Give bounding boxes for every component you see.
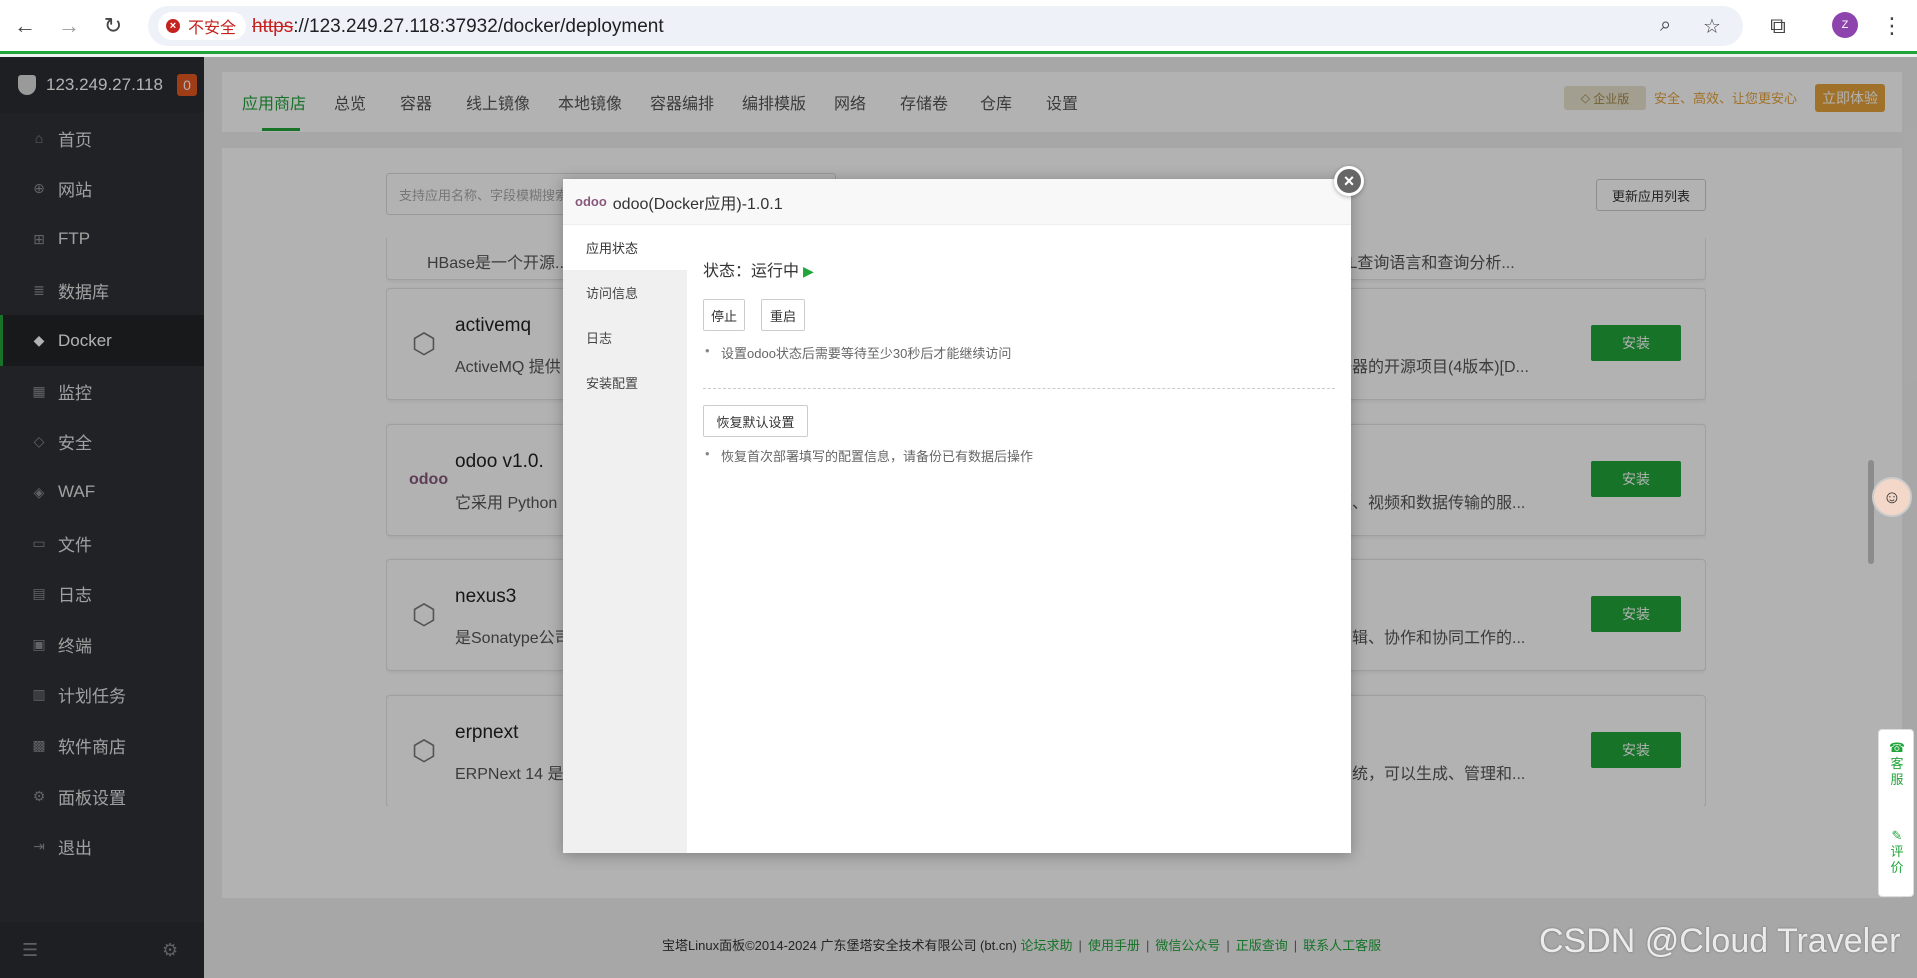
forward-icon[interactable]: → bbox=[54, 11, 84, 41]
support-panel: ☎ 客服 ✎ 评价 bbox=[1878, 729, 1914, 897]
star-icon[interactable]: ☆ bbox=[1703, 14, 1721, 39]
extensions-icon[interactable]: ⧉ bbox=[1763, 11, 1793, 41]
browser-toolbar: ← → ↻ × 不安全 https://123.249.27.118:37932… bbox=[0, 0, 1917, 54]
reload-icon[interactable]: ↻ bbox=[98, 11, 128, 41]
menu-icon[interactable]: ⋮ bbox=[1877, 11, 1907, 41]
address-bar[interactable]: × 不安全 https://123.249.27.118:37932/docke… bbox=[148, 6, 1743, 46]
dialog-body: 状态：运行中▶ 停止 重启 设置odoo状态后需要等待至少30秒后才能继续访问 … bbox=[703, 225, 1335, 845]
dialog-nav-item[interactable]: 访问信息 bbox=[563, 270, 687, 315]
dialog-nav-item[interactable]: 安装配置 bbox=[563, 360, 687, 405]
status-line: 状态：运行中 ▶ bbox=[703, 257, 814, 281]
review-label: 评价 bbox=[1890, 844, 1904, 875]
insecure-label: 不安全 bbox=[188, 20, 237, 37]
divider bbox=[703, 388, 1335, 389]
review-button[interactable]: ✎ 评价 bbox=[1879, 828, 1915, 876]
dialog-nav-item[interactable]: 应用状态 bbox=[563, 225, 687, 270]
security-chip[interactable]: × 不安全 bbox=[158, 12, 247, 40]
assistant-avatar[interactable]: ☺ bbox=[1872, 477, 1912, 517]
service-label: 客服 bbox=[1890, 756, 1904, 787]
edit-icon: ✎ bbox=[1891, 828, 1903, 843]
profile-avatar[interactable]: Z bbox=[1832, 12, 1858, 38]
url-rest: ://123.249.27.118:37932/docker/deploymen… bbox=[293, 16, 664, 37]
dialog-nav: 应用状态 访问信息 日志 安装配置 bbox=[563, 225, 687, 853]
zoom-icon[interactable]: ⌕ bbox=[1660, 14, 1671, 37]
url-text[interactable]: https://123.249.27.118:37932/docker/depl… bbox=[252, 16, 664, 38]
customer-service-button[interactable]: ☎ 客服 bbox=[1879, 740, 1915, 788]
app-dialog: odoo odoo(Docker应用)-1.0.1 应用状态 访问信息 日志 安装配置… bbox=[563, 179, 1351, 853]
dialog-title-bar: odoo odoo(Docker应用)-1.0.1 bbox=[563, 179, 1351, 225]
odoo-logo: odoo bbox=[575, 194, 607, 209]
stop-button[interactable]: 停止 bbox=[703, 299, 745, 331]
status-label: 状态：运行中 bbox=[703, 263, 800, 280]
back-icon[interactable]: ← bbox=[10, 11, 40, 41]
watermark: CSDN @Cloud Traveler bbox=[1539, 922, 1901, 960]
close-dialog-button[interactable]: × bbox=[1334, 166, 1364, 196]
headset-icon: ☎ bbox=[1888, 740, 1906, 755]
restore-note: 恢复首次部署填写的配置信息，请备份已有数据后操作 bbox=[703, 446, 1033, 465]
running-icon: ▶ bbox=[803, 263, 814, 279]
url-protocol: https bbox=[252, 16, 294, 37]
warning-icon: × bbox=[166, 19, 180, 33]
dialog-title: odoo(Docker应用)-1.0.1 bbox=[612, 195, 783, 213]
dialog-nav-item[interactable]: 日志 bbox=[563, 315, 687, 360]
status-note: 设置odoo状态后需要等待至少30秒后才能继续访问 bbox=[703, 343, 1011, 362]
restore-defaults-button[interactable]: 恢复默认设置 bbox=[703, 405, 808, 437]
restart-button[interactable]: 重启 bbox=[761, 299, 805, 331]
